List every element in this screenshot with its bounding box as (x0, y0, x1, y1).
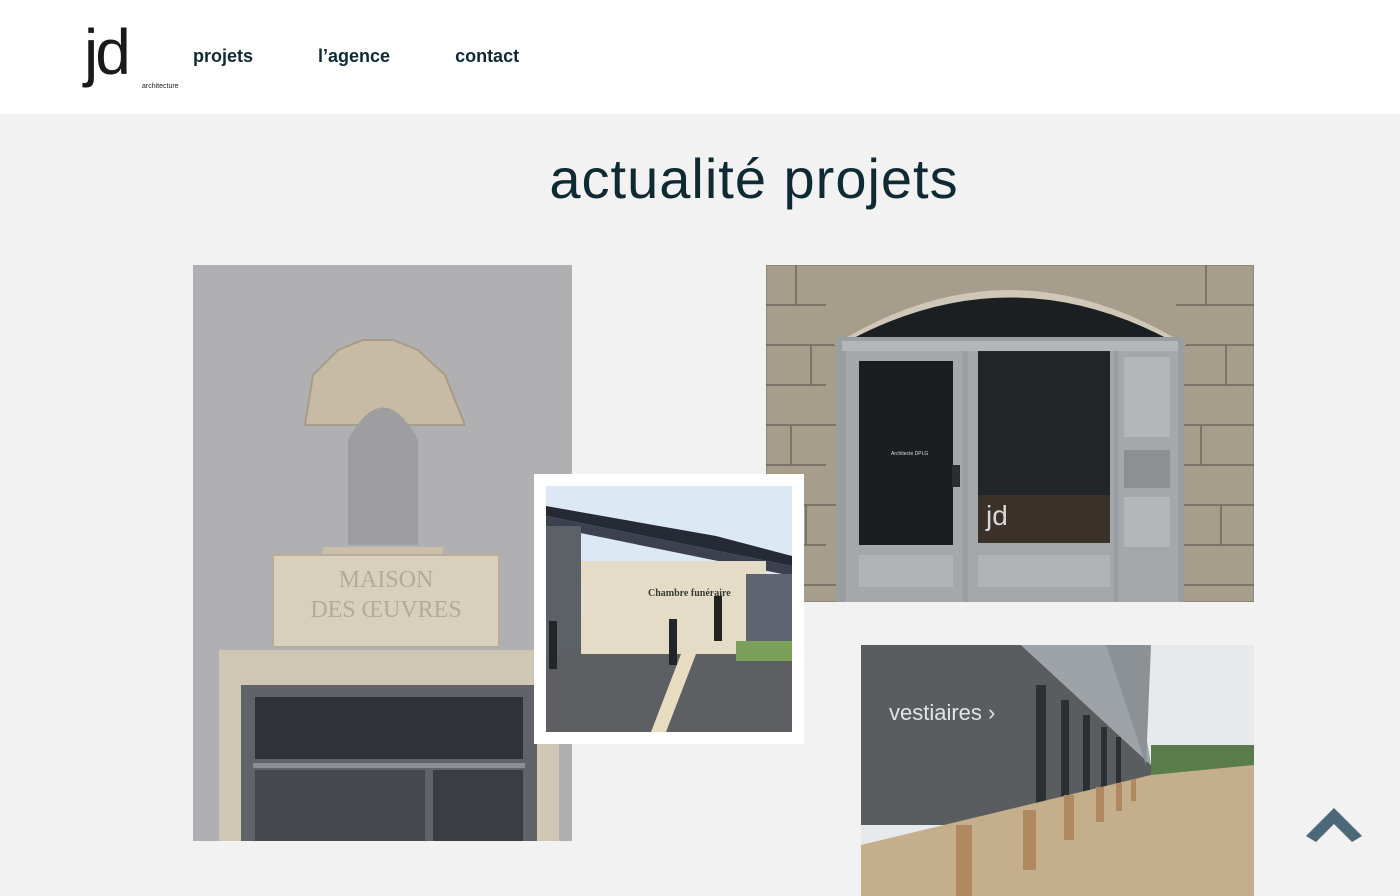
site-header: jd architecture projets l’agence contact (0, 0, 1400, 114)
main-nav: projets l’agence contact (193, 46, 584, 67)
logo-subtitle: architecture (142, 83, 179, 90)
project-photo-chambre-funeraire[interactable]: Chambre funéraire Ambulances (534, 474, 804, 744)
inscription-line-1: MAISON (339, 567, 434, 593)
inscription-line-2: DES ŒUVRES (310, 597, 461, 623)
nav-item-agence[interactable]: l’agence (318, 46, 390, 67)
project-photo-vestiaires[interactable]: vestiaires › (861, 645, 1254, 896)
scroll-to-top-button[interactable] (1302, 800, 1366, 844)
vitrine-sign: Architecte DPLG (891, 451, 928, 457)
project-photo-vitrine[interactable]: Architecte DPLG jd (766, 265, 1254, 602)
logo[interactable]: jd architecture (84, 20, 184, 94)
ambulances-sign: Ambulances (580, 581, 586, 614)
page-title: actualité projets (549, 147, 959, 210)
nav-item-contact[interactable]: contact (455, 46, 519, 67)
logo-mark: jd (84, 16, 131, 88)
chevron-up-icon (1306, 808, 1362, 842)
vestiaires-sign: vestiaires › (889, 700, 995, 725)
vitrine-logo: jd (985, 500, 1008, 531)
project-photo-maison[interactable]: MAISON DES ŒUVRES (193, 265, 572, 841)
nav-item-projets[interactable]: projets (193, 46, 253, 67)
